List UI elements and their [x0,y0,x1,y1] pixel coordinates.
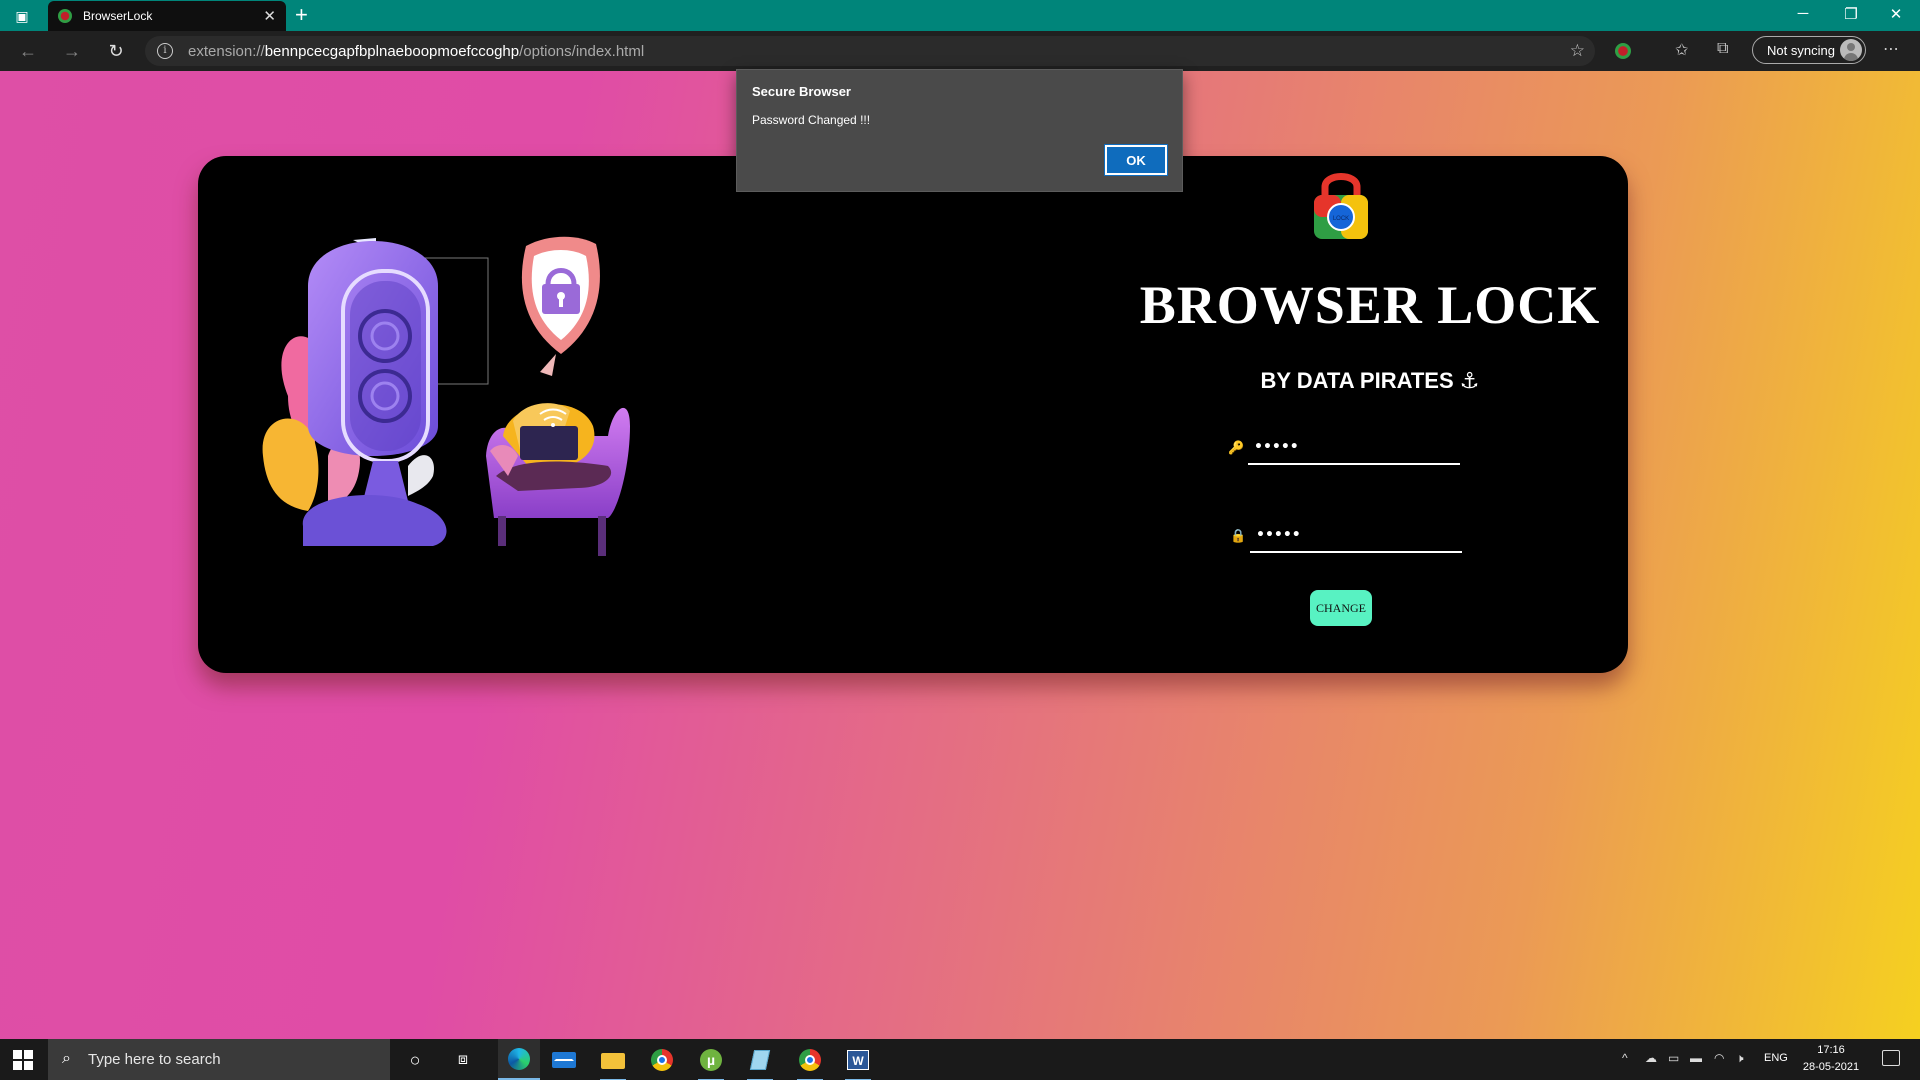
old-password-input[interactable] [1248,431,1460,465]
wifi-icon[interactable]: ◠ [1714,1051,1724,1065]
show-hidden-icons-icon[interactable]: ^ [1622,1051,1628,1065]
language-indicator[interactable]: ENG [1764,1052,1788,1064]
title-bar: ▣ BrowserLock ✕ + ─ ❐ ✕ [0,0,1920,31]
chrome-profile-icon[interactable] [795,1045,825,1080]
word-icon[interactable]: W [843,1045,873,1080]
more-options-icon[interactable]: ⋯ [1883,39,1899,59]
collections-icon[interactable]: ⧉ [1717,40,1728,58]
new-password-input[interactable] [1250,519,1462,553]
back-icon[interactable]: ← [16,40,40,62]
file-explorer-icon[interactable] [598,1045,628,1080]
alert-dialog: Secure Browser Password Changed !!! OK [736,69,1183,192]
utorrent-icon[interactable]: µ [696,1045,726,1080]
search-placeholder: Type here to search [88,1051,221,1068]
avatar [1840,39,1862,61]
tab-browserlock[interactable]: BrowserLock ✕ [48,1,286,31]
tab-title: BrowserLock [83,9,153,23]
page-background: LOCK BROWSER LOCK BY DATA PIRATES ⚓ 🔑 🔒 … [0,71,1920,1039]
devices-icon[interactable]: ▭ [1668,1051,1679,1065]
url-scheme: extension:// [188,43,265,60]
lock-card: LOCK BROWSER LOCK BY DATA PIRATES ⚓ 🔑 🔒 … [198,156,1628,673]
minimize-icon[interactable]: ─ [1788,5,1818,22]
mail-icon[interactable] [549,1045,579,1075]
notepad-icon[interactable] [745,1045,775,1080]
edge-icon [508,1048,530,1070]
battery-icon[interactable]: ▬ [1690,1051,1702,1065]
clock[interactable]: 17:16 28-05-2021 [1800,1042,1862,1076]
browserlock-extension-icon[interactable] [1615,43,1631,59]
search-icon: ⌕ [62,1050,71,1067]
clock-date: 28-05-2021 [1802,1061,1860,1073]
refresh-icon[interactable]: ↻ [104,40,128,62]
forward-icon[interactable]: → [60,40,84,62]
dialog-message: Password Changed !!! [752,113,871,127]
url-text[interactable]: extension://bennpcecgapfbplnaeboopmoefcc… [188,43,644,60]
browser-toolbar: ← → ↻ i extension://bennpcecgapfbplnaebo… [0,31,1920,71]
tab-actions-icon[interactable]: ▣ [12,7,32,25]
onedrive-icon[interactable]: ☁ [1645,1051,1657,1065]
favorites-icon[interactable]: ✩ [1675,40,1688,60]
restore-icon[interactable]: ❐ [1836,5,1866,23]
change-button[interactable]: CHANGE [1310,590,1372,626]
profile-sync-button[interactable]: Not syncing [1752,36,1866,64]
url-path: /options/index.html [519,43,645,60]
cortana-icon[interactable]: ○ [400,1045,430,1075]
logo-text: LOCK [1333,216,1349,222]
close-window-icon[interactable]: ✕ [1881,5,1911,23]
page-title: BROWSER LOCK [1139,275,1601,335]
info-icon[interactable]: i [157,43,173,59]
windows-start-icon[interactable] [13,1050,33,1070]
new-tab-icon[interactable]: + [295,3,308,27]
dialog-title: Secure Browser [752,84,851,99]
edge-taskbar-button[interactable] [498,1039,540,1080]
chrome-icon[interactable] [647,1045,677,1075]
clock-time: 17:16 [1817,1044,1845,1056]
byline: BY DATA PIRATES ⚓ [1260,368,1480,393]
address-bar[interactable]: i extension://bennpcecgapfbplnaeboopmoef… [145,36,1595,66]
key-icon: 🔑 [1228,440,1245,455]
volume-muted-icon[interactable]: 🕨 [1736,1051,1744,1066]
browserlock-favicon-icon [58,9,72,23]
sync-label: Not syncing [1767,43,1835,58]
close-tab-icon[interactable]: ✕ [263,7,276,25]
lock-icon: 🔒 [1230,528,1247,543]
add-favorite-icon[interactable]: ☆ [1570,41,1585,61]
security-illustration [262,236,630,556]
taskbar: ⌕ Type here to search ○ ⧈ µ W ^ ☁ ▭ ▬ ◠ … [0,1039,1920,1080]
url-host: bennpcecgapfbplnaeboopmoefccoghp [264,43,520,60]
ok-button[interactable]: OK [1104,144,1168,176]
task-view-icon[interactable]: ⧈ [448,1045,478,1075]
taskbar-search[interactable]: ⌕ Type here to search [48,1039,390,1080]
browser-lock-logo-icon: LOCK [1314,173,1368,239]
notifications-icon[interactable] [1882,1050,1900,1066]
